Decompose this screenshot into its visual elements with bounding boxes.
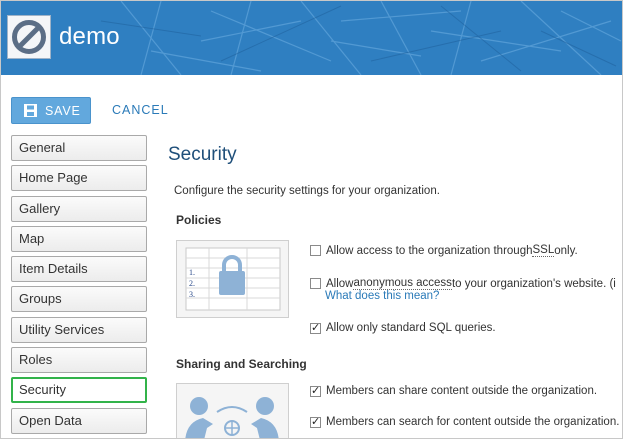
sidebar-item-security[interactable]: Security	[11, 377, 147, 404]
sidebar-item-general[interactable]: General	[11, 135, 147, 161]
anonymous-label-post: to your organization's website. (i	[451, 277, 616, 290]
sql-label: Allow only standard SQL queries.	[326, 322, 496, 334]
sidebar-item-utility-services[interactable]: Utility Services	[11, 316, 147, 343]
app-window: demo SAVE CANCEL General Home Page Galle…	[0, 0, 623, 439]
sidebar-item-open-data[interactable]: Open Data	[11, 407, 147, 434]
sidebar-item-roles[interactable]: Roles	[11, 347, 147, 374]
sharing-illustration	[176, 383, 289, 438]
sidebar-item-gallery[interactable]: Gallery	[11, 195, 147, 222]
anonymous-option: Allow anonymous access to your organizat…	[310, 277, 616, 290]
header-banner: demo	[1, 1, 622, 75]
svg-text:3.: 3.	[189, 290, 195, 299]
share-outside-option: Members can share content outside the or…	[310, 384, 598, 397]
cancel-button[interactable]: CANCEL	[112, 103, 169, 117]
sidebar-item-map[interactable]: Map	[11, 225, 147, 252]
search-outside-checkbox[interactable]	[310, 415, 321, 428]
locked-document-icon: 1. 2. 3.	[185, 247, 281, 311]
no-symbol-icon	[12, 20, 46, 54]
ssl-label-post: only.	[554, 244, 578, 257]
save-label: SAVE	[45, 103, 81, 118]
org-title: demo	[59, 23, 120, 50]
page-description: Configure the security settings for your…	[174, 185, 440, 197]
policies-illustration: 1. 2. 3.	[176, 240, 289, 318]
sidebar-item-groups[interactable]: Groups	[11, 286, 147, 313]
svg-text:1.: 1.	[189, 268, 195, 277]
search-outside-option: Members can search for content outside t…	[310, 415, 620, 428]
ssl-term: SSL	[532, 244, 555, 257]
sidebar-item-item-details[interactable]: Item Details	[11, 256, 147, 283]
anonymous-term: anonymous access	[353, 277, 452, 290]
sql-checkbox[interactable]	[310, 321, 321, 334]
save-button[interactable]: SAVE	[11, 97, 91, 124]
share-outside-label: Members can share content outside the or…	[326, 385, 598, 397]
people-sharing-icon	[185, 397, 279, 438]
ssl-checkbox[interactable]	[310, 245, 321, 256]
settings-sidebar: General Home Page Gallery Map Item Detai…	[11, 135, 147, 438]
anonymous-label-pre: Allow	[326, 277, 354, 290]
org-logo	[7, 15, 51, 59]
ssl-label-pre: Allow access to the organization through	[326, 244, 533, 257]
share-outside-checkbox[interactable]	[310, 384, 321, 397]
policies-heading: Policies	[176, 213, 222, 227]
floppy-disk-icon	[24, 104, 37, 117]
ssl-option: Allow access to the organization through…	[310, 244, 578, 257]
svg-text:2.: 2.	[189, 279, 195, 288]
sharing-heading: Sharing and Searching	[176, 357, 307, 371]
search-outside-label: Members can search for content outside t…	[326, 416, 620, 428]
sql-option: Allow only standard SQL queries.	[310, 321, 496, 334]
anonymous-access-checkbox[interactable]	[310, 278, 321, 289]
what-does-this-mean-link[interactable]: What does this mean?	[325, 290, 439, 302]
sidebar-item-home-page[interactable]: Home Page	[11, 165, 147, 192]
page-title: Security	[168, 144, 237, 165]
